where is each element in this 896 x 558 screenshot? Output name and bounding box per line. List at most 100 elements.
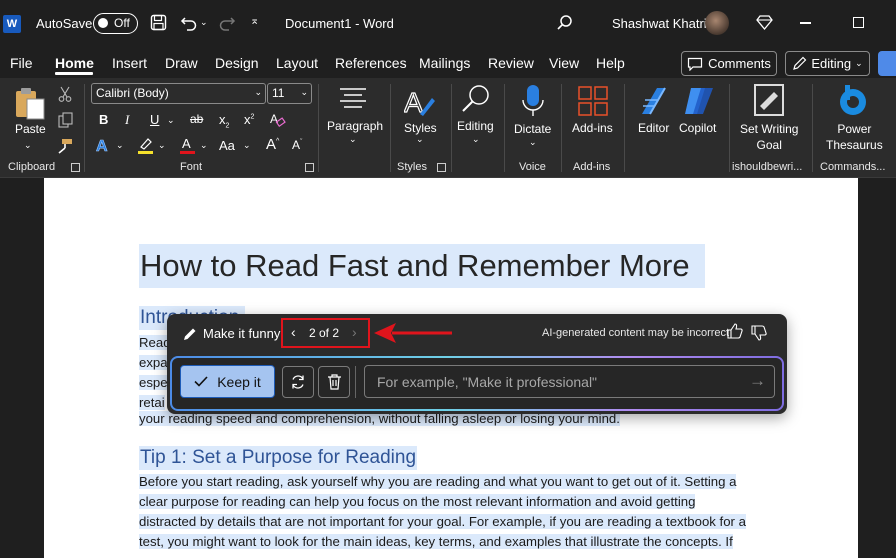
chevron-right-icon[interactable]: › (352, 324, 357, 340)
intro-line-2[interactable]: expa (139, 353, 167, 373)
regenerate-button[interactable] (282, 366, 314, 398)
addins-button-label[interactable]: Add-ins (572, 121, 613, 135)
discard-button[interactable] (318, 366, 350, 398)
cut-icon[interactable] (58, 86, 72, 105)
clipboard-group-label: Clipboard (8, 161, 56, 173)
comments-button[interactable]: Comments (681, 51, 777, 76)
font-name-select[interactable]: Calibri (Body) ⌄ (91, 83, 266, 104)
tab-file[interactable]: File (10, 55, 33, 71)
chevron-down-icon[interactable]: ⌄ (158, 140, 166, 151)
font-launcher-icon[interactable] (305, 163, 314, 172)
tab-review[interactable]: Review (488, 55, 534, 71)
customize-qat-icon[interactable]: ⌅ (250, 14, 259, 27)
maximize-icon[interactable] (853, 17, 864, 28)
change-case-button[interactable]: Aa (219, 138, 235, 153)
subscript-button[interactable]: x2 (219, 112, 229, 130)
styles-button-label[interactable]: Styles (404, 121, 437, 135)
paragraph-label[interactable]: Paragraph (327, 119, 383, 133)
thumbs-up-icon[interactable] (727, 323, 743, 343)
clipboard-launcher-icon[interactable] (71, 163, 80, 172)
writing-goal-icon[interactable] (754, 84, 786, 123)
set-writing-goal-button[interactable]: Set Writing Goal (740, 121, 798, 153)
paste-icon[interactable] (14, 86, 46, 125)
user-name[interactable]: Shashwat Khatri (612, 16, 707, 31)
minimize-icon[interactable] (800, 22, 811, 24)
tab-references[interactable]: References (335, 55, 407, 71)
dictate-label[interactable]: Dictate (514, 122, 551, 136)
tip1-line-1[interactable]: Before you start reading, ask yourself w… (139, 472, 737, 492)
chevron-down-icon[interactable]: ⌄ (243, 140, 251, 151)
editing-mode-button[interactable]: Editing ⌄ (785, 51, 870, 76)
tip1-line-4[interactable]: test, you might want to look for the mai… (139, 532, 733, 552)
share-button[interactable] (878, 51, 896, 76)
tab-mailings[interactable]: Mailings (419, 55, 470, 71)
save-icon[interactable] (150, 14, 167, 35)
keep-it-button[interactable]: Keep it (180, 365, 275, 398)
editing-button-label[interactable]: Editing (457, 119, 494, 133)
pencil-icon (184, 328, 196, 340)
format-painter-icon[interactable] (57, 138, 73, 157)
power-thesaurus-icon[interactable] (838, 84, 868, 123)
editor-icon[interactable] (639, 84, 671, 123)
search-icon[interactable] (556, 14, 573, 35)
paragraph-icon[interactable] (338, 86, 368, 117)
avatar[interactable] (705, 11, 729, 35)
paste-label[interactable]: Paste (15, 122, 46, 136)
tip1-line-2[interactable]: clear purpose for reading can help you f… (139, 492, 696, 512)
styles-launcher-icon[interactable] (437, 163, 446, 172)
power-thesaurus-button[interactable]: Power Thesaurus (826, 121, 883, 153)
divider (561, 84, 562, 172)
tab-home[interactable]: Home (55, 55, 94, 71)
editor-label[interactable]: Editor (638, 121, 669, 135)
chevron-down-icon[interactable]: ⌄ (200, 140, 208, 151)
grow-font-button[interactable]: A^ (266, 136, 279, 153)
font-color-icon[interactable]: A (180, 136, 196, 157)
tab-layout[interactable]: Layout (276, 55, 318, 71)
tab-help[interactable]: Help (596, 55, 625, 71)
chevron-left-icon[interactable]: ‹ (291, 324, 296, 340)
clear-formatting-icon[interactable]: A (269, 111, 286, 131)
copy-icon[interactable] (58, 112, 73, 131)
refine-prompt-input[interactable]: For example, "Make it professional" → (364, 365, 775, 398)
chevron-down-icon[interactable]: ⌄ (116, 140, 124, 151)
tab-insert[interactable]: Insert (112, 55, 147, 71)
font-size-select[interactable]: 11 ⌄ (267, 83, 312, 104)
paste-dropdown-icon[interactable]: ⌄ (24, 140, 32, 151)
find-icon[interactable] (460, 84, 492, 119)
underline-button[interactable]: U (150, 112, 159, 127)
chevron-down-icon[interactable]: ⌄ (416, 134, 424, 145)
intro-line-1[interactable]: Read (139, 333, 167, 353)
strikethrough-button[interactable]: ab (190, 112, 203, 126)
send-arrow-icon[interactable]: → (749, 371, 766, 391)
chevron-down-icon[interactable]: ⌄ (472, 134, 480, 145)
copilot-label[interactable]: Copilot (679, 121, 716, 135)
underline-dropdown-icon[interactable]: ⌄ (167, 115, 175, 126)
tip1-heading[interactable]: Tip 1: Set a Purpose for Reading (139, 446, 418, 470)
autosave-toggle[interactable]: Off (93, 13, 138, 34)
shrink-font-button[interactable]: Aˇ (292, 138, 302, 152)
redo-icon[interactable] (218, 14, 236, 35)
tip1-line-3[interactable]: distracted by details that are not impor… (139, 512, 746, 532)
thumbs-down-icon[interactable] (751, 325, 767, 345)
document-title-heading[interactable]: How to Read Fast and Remember More (139, 244, 705, 288)
tab-draw[interactable]: Draw (165, 55, 198, 71)
italic-button[interactable]: I (125, 112, 129, 128)
chevron-down-icon[interactable]: ⌄ (349, 134, 357, 145)
highlight-color-icon[interactable] (137, 136, 155, 157)
intro-line-1-text: Read (139, 335, 167, 350)
microphone-icon[interactable] (521, 84, 545, 123)
chevron-down-icon[interactable]: ⌄ (529, 137, 537, 148)
intro-line-3[interactable]: espe (139, 373, 167, 393)
tab-view[interactable]: View (549, 55, 579, 71)
superscript-button[interactable]: x2 (244, 112, 254, 127)
undo-dropdown-icon[interactable]: ⌄ (200, 17, 208, 28)
addins-icon[interactable] (578, 86, 608, 121)
word-app-icon[interactable]: W (3, 15, 21, 33)
undo-icon[interactable] (180, 14, 198, 35)
styles-icon[interactable]: A (403, 86, 436, 123)
tab-design[interactable]: Design (215, 55, 259, 71)
copilot-icon[interactable] (683, 84, 715, 123)
diamond-icon[interactable] (756, 14, 773, 35)
bold-button[interactable]: B (99, 112, 108, 127)
text-effects-icon[interactable]: A (96, 137, 112, 157)
